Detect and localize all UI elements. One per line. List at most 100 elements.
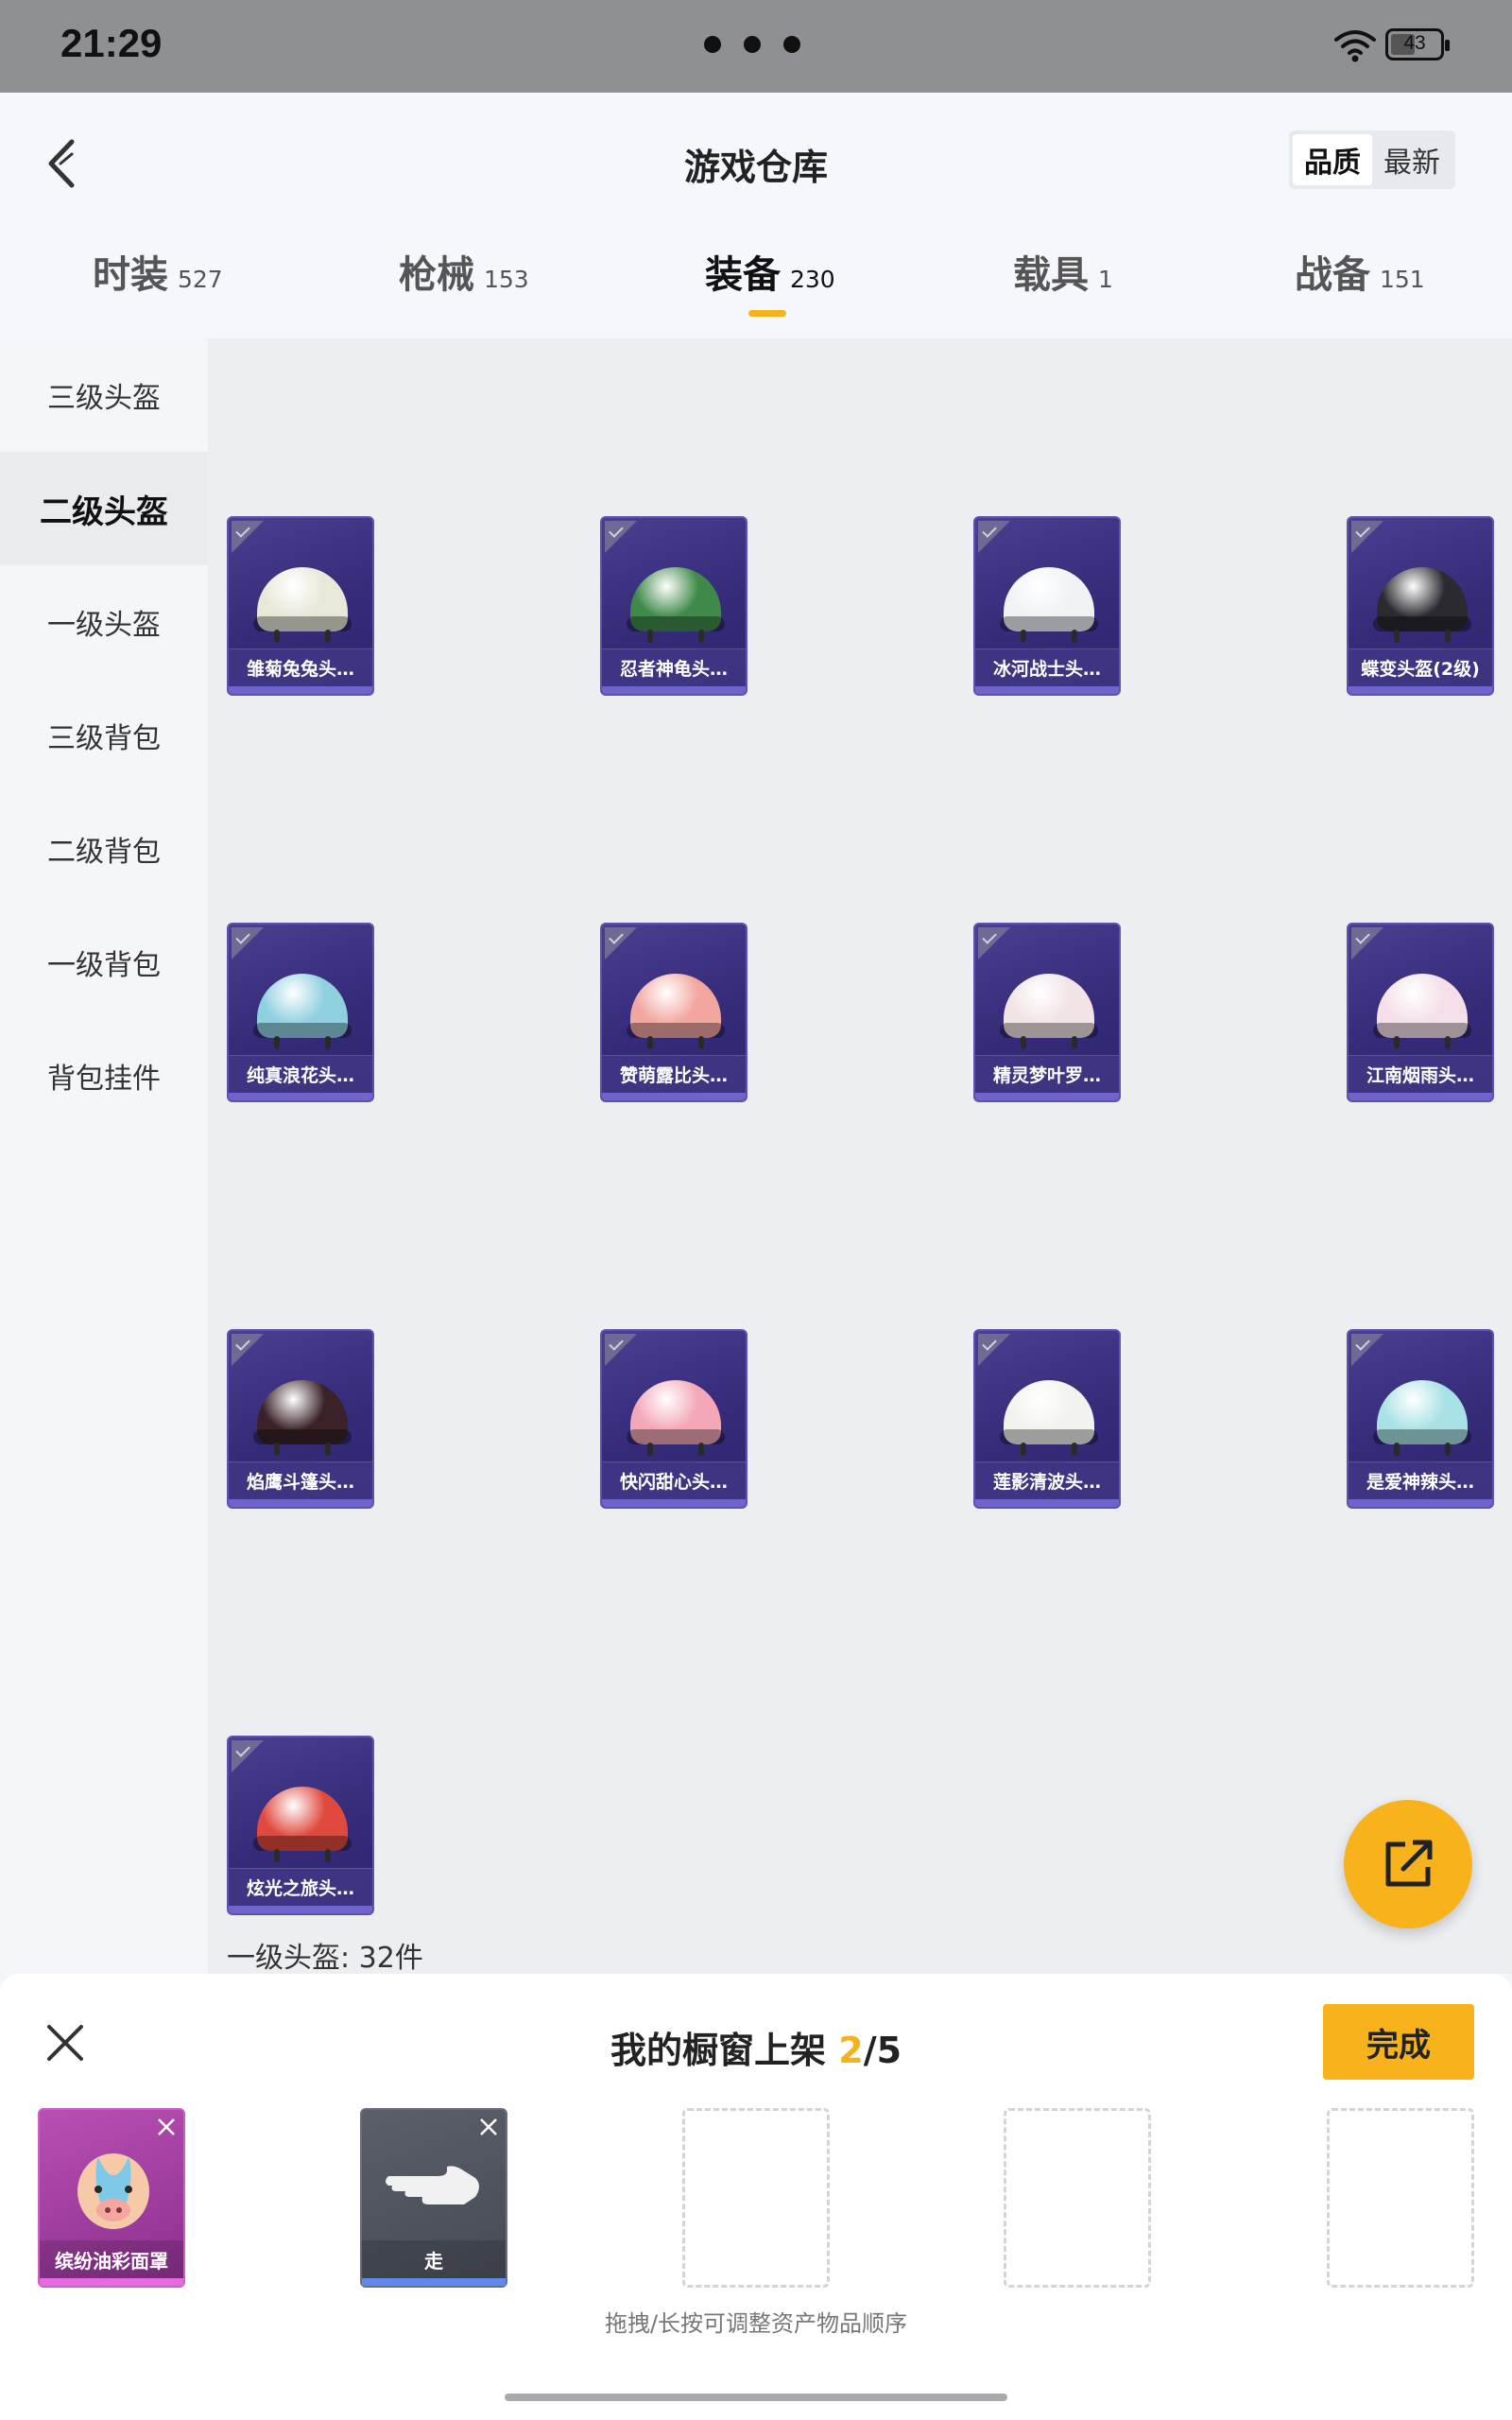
item-card[interactable]: 焰鹰斗篷头… xyxy=(227,1329,374,1509)
header: 游戏仓库 品质 最新 时装 527 枪械 153 装备 230 载具 1 战备 … xyxy=(0,93,1512,338)
share-external-icon xyxy=(1385,1840,1433,1887)
item-name: 蝶变头盔(2级) xyxy=(1349,648,1492,686)
tab-count: 153 xyxy=(484,266,529,293)
select-check-icon[interactable] xyxy=(978,521,1010,553)
helmet-icon xyxy=(1373,962,1471,1053)
helmet-icon xyxy=(627,962,725,1053)
item-card[interactable]: 精灵梦叶罗… xyxy=(973,923,1121,1102)
done-button[interactable]: 完成 xyxy=(1323,2004,1474,2080)
item-name: 是爱神辣头… xyxy=(1349,1461,1492,1499)
item-name: 忍者神龟头… xyxy=(602,648,746,686)
helmet-icon xyxy=(253,1775,352,1866)
sidebar-item-level3-backpack[interactable]: 三级背包 xyxy=(0,679,208,792)
multitask-dots-icon xyxy=(704,36,800,53)
select-check-icon[interactable] xyxy=(605,521,637,553)
item-name: 冰河战士头… xyxy=(975,648,1119,686)
showcase-panel: 我的橱窗上架 2/5 完成 缤纷油彩面罩 走 拖拽/长按可调整资产物品顺序 xyxy=(0,1974,1512,2420)
item-name: 快闪甜心头… xyxy=(602,1461,746,1499)
sort-toggle: 品质 最新 xyxy=(1289,130,1455,189)
helmet-icon xyxy=(1000,962,1098,1053)
sort-option-quality[interactable]: 品质 xyxy=(1293,134,1372,185)
showcase-count-total: /5 xyxy=(863,2030,902,2071)
item-card[interactable]: 冰河战士头… xyxy=(973,516,1121,696)
home-indicator[interactable] xyxy=(505,2394,1007,2401)
item-card[interactable]: 江南烟雨头… xyxy=(1347,923,1494,1102)
tab-combat-gear[interactable]: 战备 151 xyxy=(1295,244,1425,299)
helmet-icon xyxy=(1000,556,1098,647)
sidebar-item-level1-helmet[interactable]: 一级头盔 xyxy=(0,565,208,679)
item-card[interactable]: 忍者神龟头… xyxy=(600,516,747,696)
showcase-slot-5-empty[interactable] xyxy=(1327,2108,1474,2288)
showcase-slot-1[interactable]: 缤纷油彩面罩 xyxy=(38,2108,185,2288)
helmet-icon xyxy=(627,1369,725,1460)
sidebar-item-level3-helmet[interactable]: 三级头盔 xyxy=(0,338,208,452)
sidebar-item-level2-backpack[interactable]: 二级背包 xyxy=(0,792,208,906)
helmet-icon xyxy=(253,1369,352,1460)
select-check-icon[interactable] xyxy=(605,1334,637,1366)
select-check-icon[interactable] xyxy=(1351,521,1383,553)
item-name: 纯真浪花头… xyxy=(229,1055,372,1093)
remove-item-icon[interactable] xyxy=(153,2114,180,2140)
helmet-icon xyxy=(1000,1369,1098,1460)
tab-count: 151 xyxy=(1380,266,1425,293)
item-name: 赞萌露比头… xyxy=(602,1055,746,1093)
status-time: 21:29 xyxy=(60,21,163,65)
showcase-slot-2[interactable]: 走 xyxy=(360,2108,507,2288)
tab-label: 载具 xyxy=(1013,253,1089,297)
item-card[interactable]: 蝶变头盔(2级) xyxy=(1347,516,1494,696)
pointing-hand-icon xyxy=(386,2166,479,2204)
tab-firearms[interactable]: 枪械 153 xyxy=(399,244,529,299)
item-name: 江南烟雨头… xyxy=(1349,1055,1492,1093)
battery-level: 43 xyxy=(1403,32,1426,54)
showcase-slot-3-empty[interactable] xyxy=(682,2108,830,2288)
tab-vehicles[interactable]: 载具 1 xyxy=(1013,244,1113,299)
sidebar-item-backpack-charm[interactable]: 背包挂件 xyxy=(0,1019,208,1132)
item-card[interactable]: 纯真浪花头… xyxy=(227,923,374,1102)
tab-count: 230 xyxy=(790,266,835,293)
group-count-label: 一级头盔: 32件 xyxy=(227,1942,423,1975)
share-fab-button[interactable] xyxy=(1344,1800,1472,1928)
remove-item-icon[interactable] xyxy=(475,2114,502,2140)
item-name: 炫光之旅头… xyxy=(229,1868,372,1906)
subcategory-sidebar: 三级头盔 二级头盔 一级头盔 三级背包 二级背包 一级背包 背包挂件 xyxy=(0,338,208,1974)
tab-count: 527 xyxy=(178,266,223,293)
select-check-icon[interactable] xyxy=(978,1334,1010,1366)
sidebar-item-level1-backpack[interactable]: 一级背包 xyxy=(0,906,208,1019)
item-card[interactable]: 雏菊兔兔头… xyxy=(227,516,374,696)
item-card[interactable]: 是爱神辣头… xyxy=(1347,1329,1494,1509)
showcase-count-current: 2 xyxy=(838,2030,864,2071)
select-check-icon[interactable] xyxy=(232,1334,264,1366)
item-name: 焰鹰斗篷头… xyxy=(229,1461,372,1499)
select-check-icon[interactable] xyxy=(605,927,637,959)
showcase-slot-4-empty[interactable] xyxy=(1004,2108,1151,2288)
tab-label: 时装 xyxy=(93,253,168,297)
tab-fashion[interactable]: 时装 527 xyxy=(93,244,223,299)
tab-label: 装备 xyxy=(705,253,781,297)
wifi-icon xyxy=(1334,30,1376,62)
item-name: 精灵梦叶罗… xyxy=(975,1055,1119,1093)
helmet-icon xyxy=(627,556,725,647)
tab-equipment[interactable]: 装备 230 xyxy=(705,244,835,299)
item-card[interactable]: 莲影清波头… xyxy=(973,1329,1121,1509)
select-check-icon[interactable] xyxy=(232,521,264,553)
showcase-title-text: 我的橱窗上架 xyxy=(610,2030,826,2071)
battery-icon: 43 xyxy=(1385,28,1450,60)
slot-item-name: 缤纷油彩面罩 xyxy=(40,2240,183,2278)
select-check-icon[interactable] xyxy=(1351,927,1383,959)
item-grid xyxy=(208,338,1512,1974)
item-name: 雏菊兔兔头… xyxy=(229,648,372,686)
sidebar-item-level2-helmet[interactable]: 二级头盔 xyxy=(0,452,208,565)
select-check-icon[interactable] xyxy=(1351,1334,1383,1366)
reorder-hint: 拖拽/长按可调整资产物品顺序 xyxy=(604,2310,908,2337)
item-card[interactable]: 快闪甜心头… xyxy=(600,1329,747,1509)
active-tab-indicator xyxy=(748,310,786,317)
item-card[interactable]: 炫光之旅头… xyxy=(227,1736,374,1915)
select-check-icon[interactable] xyxy=(978,927,1010,959)
helmet-icon xyxy=(253,556,352,647)
select-check-icon[interactable] xyxy=(232,1740,264,1772)
select-check-icon[interactable] xyxy=(232,927,264,959)
sort-option-newest[interactable]: 最新 xyxy=(1372,134,1452,185)
helmet-icon xyxy=(1373,1369,1471,1460)
showcase-title: 我的橱窗上架 2/5 xyxy=(0,2021,1512,2073)
item-card[interactable]: 赞萌露比头… xyxy=(600,923,747,1102)
